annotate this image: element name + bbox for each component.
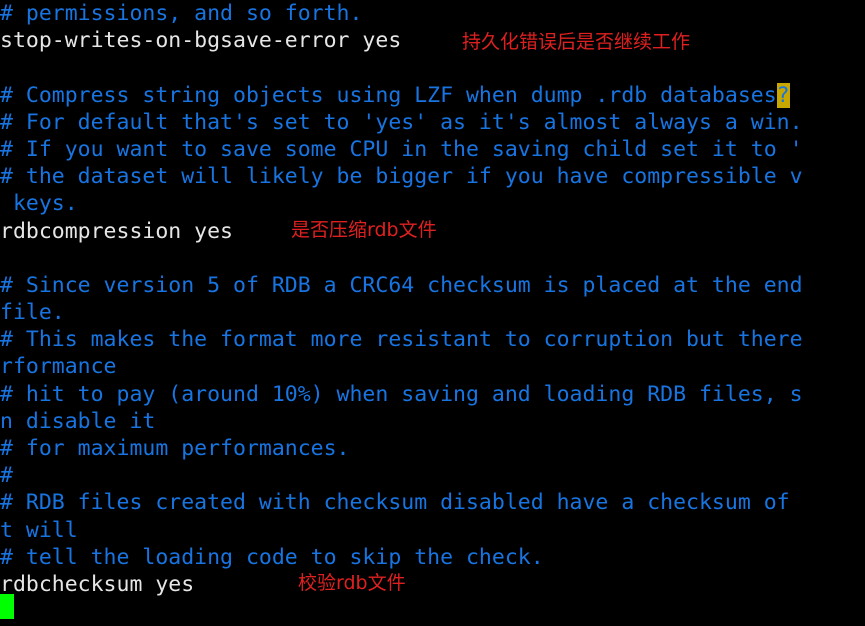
terminal-line: # Since version 5 of RDB a CRC64 checksu…	[0, 272, 803, 298]
terminal-line: n disable it	[0, 408, 156, 434]
text-cursor	[0, 594, 14, 619]
terminal-line: keys.	[0, 191, 78, 217]
terminal-line: rformance	[0, 354, 117, 380]
terminal-line: # For default that's set to 'yes' as it'…	[0, 109, 803, 135]
terminal-line: # Compress string objects using LZF when…	[0, 82, 790, 108]
red-annotation-text: 校验rdb文件	[298, 572, 406, 594]
terminal-line: t will	[0, 517, 78, 543]
red-annotation-text: 持久化错误后是否继续工作	[462, 31, 691, 53]
terminal-line: # tell the loading code to skip the chec…	[0, 544, 544, 570]
text-buffer[interactable]: # permissions, and so forth. stop-writes-…	[0, 0, 865, 625]
terminal-line: #	[0, 463, 13, 489]
terminal-line: # If you want to save some CPU in the sa…	[0, 136, 803, 162]
terminal-line: stop-writes-on-bgsave-error yes	[0, 28, 402, 54]
red-annotation-text: 是否压缩rdb文件	[291, 219, 437, 241]
editor-status-line: 25,1 65%	[0, 622, 865, 626]
terminal-line: file.	[0, 300, 65, 326]
terminal-line: # RDB files created with checksum disabl…	[0, 490, 790, 516]
terminal-line: # This makes the format more resistant t…	[0, 327, 803, 353]
terminal-line: rdbchecksum yes	[0, 571, 195, 597]
terminal-line: # the dataset will likely be bigger if y…	[0, 164, 803, 190]
terminal-window[interactable]: # permissions, and so forth. stop-writes-…	[0, 0, 865, 626]
terminal-line: # for maximum performances.	[0, 436, 350, 461]
terminal-line: # hit to pay (around 10%) when saving an…	[0, 381, 803, 407]
terminal-line: # permissions, and so forth.	[0, 1, 363, 26]
search-match-highlight: ?	[776, 82, 790, 108]
